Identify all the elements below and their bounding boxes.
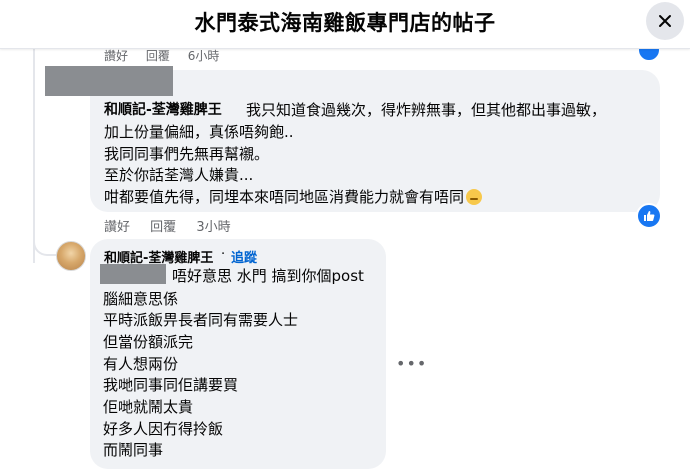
comment-author[interactable]: 和順記-荃灣雞脾王: [104, 99, 222, 119]
dialog-title: 水門泰式海南雞飯專門店的帖子: [194, 11, 496, 35]
post-dialog-header: 水門泰式海南雞飯專門店的帖子: [0, 0, 690, 49]
thumbs-up-icon: [644, 211, 655, 221]
reply-text-line: 佢哋就鬧太貴: [103, 398, 194, 416]
comment-text-span: 咁都要值先得，同埋本來唔同地區消費能力就會有唔同: [104, 188, 465, 206]
comment-timestamp[interactable]: 3小時: [196, 220, 230, 235]
reply-link[interactable]: 回覆: [146, 49, 170, 63]
avatar[interactable]: [56, 241, 86, 271]
close-icon: [659, 15, 671, 27]
like-link[interactable]: 讚好: [104, 49, 128, 63]
close-button[interactable]: [646, 2, 684, 40]
more-options-icon[interactable]: •••: [396, 354, 427, 373]
reply-text-line: 但當份額派完: [103, 333, 194, 351]
comment-text-line: 咁都要值先得，同埋本來唔同地區消費能力就會有唔同: [104, 186, 483, 207]
redacted-mention: [100, 264, 166, 284]
top-comment-actions: 讚好 回覆 6小時: [104, 48, 233, 64]
follow-link[interactable]: 追蹤: [231, 247, 257, 266]
reply-text-line: 唔好意思 水門 搞到你個post: [172, 267, 364, 285]
reply-text-line: 有人想兩份: [103, 355, 179, 373]
redacted-name: [45, 66, 173, 96]
reply-text-line: 好多人因冇得拎飯: [103, 420, 224, 438]
comment-text-line: 我只知道食過幾次，得炸辨無事，但其他都出事過敏，: [246, 101, 607, 119]
comment-text-line: 加上份量偏細，真係唔夠飽..: [104, 123, 294, 141]
sleepy-face-emoji-icon: [466, 189, 483, 205]
reply-text-line: 平時派飯畀長者同有需要人士: [103, 311, 299, 329]
comment-actions: 讚好 回覆 3小時: [104, 216, 247, 235]
comment-timestamp[interactable]: 6小時: [188, 49, 220, 63]
reply-text-line: 腦細意思係: [103, 290, 179, 308]
reply-text-line: 而鬧同事: [103, 441, 164, 459]
comment-text-line: 我同同事們先無再幫襯。: [104, 145, 270, 163]
reply-text-line: 我哋同事同佢講要買: [103, 376, 239, 394]
like-link[interactable]: 讚好: [104, 220, 130, 235]
comment-text-line: 至於你話荃灣人嫌貴...: [104, 166, 254, 184]
like-reaction-badge[interactable]: [636, 203, 662, 229]
reply-link[interactable]: 回覆: [150, 220, 176, 235]
separator-dot: ·: [221, 247, 226, 262]
